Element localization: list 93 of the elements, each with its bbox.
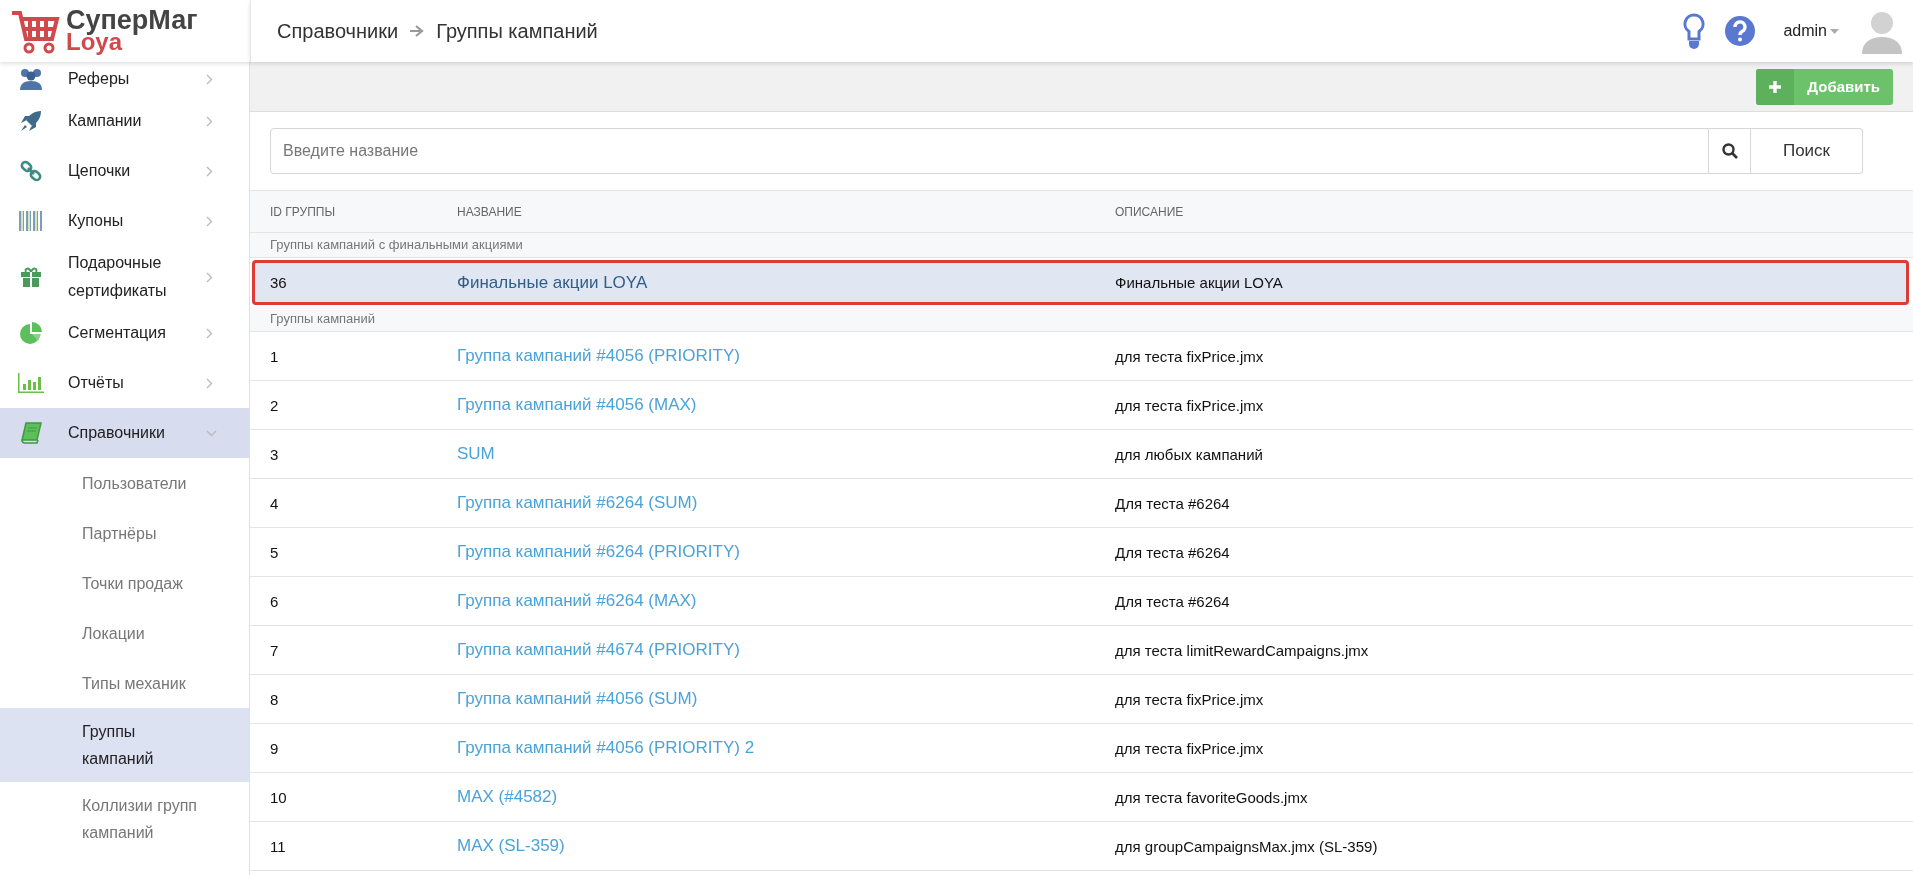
menu-item[interactable]: Сегментация	[0, 308, 249, 358]
table-cell-text: 9	[270, 739, 280, 757]
chain-icon	[20, 160, 42, 182]
menu-label: Подарочные сертификаты	[68, 253, 168, 301]
table-row[interactable]: 1 Группа кампаний #4056 (PRIORITY) для теста fixPrice.jmx	[250, 332, 1913, 381]
submenu-item[interactable]: Группы кампаний	[0, 708, 249, 782]
book-icon	[20, 422, 42, 444]
table-cell-text: 8	[270, 690, 280, 708]
search-field[interactable]: Введите название	[270, 128, 1709, 174]
table-cell-text: 4	[270, 494, 280, 512]
submenu-item[interactable]: Пользователи	[0, 458, 249, 508]
table-row[interactable]: 6 Группа кампаний #6264 (MAX) Для теста #6264	[250, 577, 1913, 626]
table-cell-text: Для теста #6264	[1115, 543, 1231, 561]
column-header: НАЗВАНИЕ	[457, 204, 523, 219]
caret-icon[interactable]	[1830, 28, 1839, 34]
table-row[interactable]: 9 Группа кампаний #4056 (PRIORITY) 2 для теста fixPrice.jmx	[250, 724, 1913, 773]
table-row[interactable]: 5 Группа кампаний #6264 (PRIORITY) Для теста #6264	[250, 528, 1913, 577]
column-header: ОПИСАНИЕ	[1115, 204, 1185, 219]
submenu-item[interactable]: Типы механик	[0, 658, 249, 708]
table-cell-text: для теста fixPrice.jmx	[1115, 347, 1265, 365]
gift-icon	[21, 267, 41, 287]
table-cell-text: Для теста #6264	[1115, 592, 1231, 610]
rocket-icon	[20, 110, 42, 132]
cart-icon	[10, 8, 60, 54]
submenu-item[interactable]: Коллизии групп кампаний	[0, 782, 249, 856]
menu-label: Сегментация	[68, 323, 167, 343]
table-cell-text: 5	[270, 543, 280, 561]
table-cell-text: для теста favoriteGoods.jmx	[1115, 788, 1309, 806]
breadcrumb[interactable]: Справочники	[277, 19, 399, 43]
table-row[interactable]: 10 MAX (#4582) для теста favoriteGoods.jmx	[250, 773, 1913, 822]
menu-item[interactable]: Купоны	[0, 196, 249, 246]
menu-item[interactable]: Цепочки	[0, 146, 249, 196]
table-row[interactable]: 3 SUM для любых кампаний	[250, 430, 1913, 479]
submenu-item[interactable]: Локации	[0, 608, 249, 658]
search-icon[interactable]	[1721, 143, 1738, 159]
chevron-down-icon[interactable]	[206, 429, 217, 437]
search-button[interactable]: Поиск	[1751, 128, 1863, 174]
table-row[interactable]: 36 Финальные акции LOYA Финальные акции LOYA	[252, 260, 1909, 305]
table-cell-text: 1	[270, 347, 280, 365]
chevron-right-icon[interactable]	[206, 165, 213, 177]
menu-item[interactable]: Кампании	[0, 96, 249, 146]
menu-item[interactable]: Реферы	[0, 62, 249, 96]
people-icon	[19, 68, 43, 90]
section-label: Группы кампаний с финальными акциями	[250, 233, 1913, 258]
chevron-right-icon[interactable]	[206, 327, 213, 339]
table-cell-text: 6	[270, 592, 280, 610]
menu-label: Цепочки	[68, 161, 132, 181]
table-cell-text: 7	[270, 641, 280, 659]
table-cell-text: 11	[270, 837, 287, 855]
table-row[interactable]: 4 Группа кампаний #6264 (SUM) Для теста #6264	[250, 479, 1913, 528]
section-label: Группы кампаний	[250, 307, 1913, 332]
lightbulb-icon[interactable]	[1683, 13, 1706, 49]
chevron-right-icon[interactable]	[206, 215, 213, 227]
user-menu[interactable]: admin	[1783, 22, 1827, 40]
table-cell-text: для groupCampaignsMax.jmx (SL-359)	[1115, 837, 1379, 855]
bar-chart-icon	[18, 373, 44, 393]
table-row[interactable]: 2 Группа кампаний #4056 (MAX) для теста fixPrice.jmx	[250, 381, 1913, 430]
menu-item[interactable]: Отчёты	[0, 358, 249, 408]
menu-label: Справочники	[68, 423, 166, 443]
menu-label: Реферы	[68, 69, 131, 89]
column-header: ID ГРУППЫ	[270, 204, 337, 219]
table-cell-text: для теста fixPrice.jmx	[1115, 739, 1265, 757]
table-cell-text: 36	[270, 274, 288, 291]
help-icon[interactable]	[1725, 16, 1756, 46]
table-cell-text: Для теста #6264	[1115, 494, 1231, 512]
menu-label: Кампании	[68, 111, 143, 131]
table-cell-text: Финальные акции LOYA	[1115, 274, 1284, 291]
breadcrumb: Группы кампаний	[436, 19, 598, 43]
group-link[interactable]: Финальные акции LOYA	[457, 272, 648, 293]
table-row[interactable]: 8 Группа кампаний #4056 (SUM) для теста fixPrice.jmx	[250, 675, 1913, 724]
menu-label: Отчёты	[68, 373, 125, 393]
table-row[interactable]: 11 MAX (SL-359) для groupCampaignsMax.jmx (SL-359)	[250, 822, 1913, 871]
table-cell-text: для любых кампаний	[1115, 445, 1264, 463]
menu-item[interactable]: Справочники	[0, 408, 249, 458]
menu-item[interactable]: Подарочные сертификаты	[0, 246, 249, 308]
chevron-right-icon[interactable]	[206, 115, 213, 127]
arrow-right-icon	[410, 25, 425, 37]
chevron-right-icon[interactable]	[206, 271, 213, 283]
chevron-right-icon[interactable]	[206, 73, 213, 85]
table-cell-text: для теста fixPrice.jmx	[1115, 690, 1265, 708]
plus-icon	[1769, 80, 1782, 93]
table-cell-text: 2	[270, 396, 280, 414]
barcode-icon	[19, 211, 43, 231]
menu-label: Купоны	[68, 211, 125, 231]
table-cell-text: для теста limitRewardCampaigns.jmx	[1115, 641, 1370, 659]
table-cell-text: для теста fixPrice.jmx	[1115, 396, 1265, 414]
table-row[interactable]: 7 Группа кампаний #4674 (PRIORITY) для теста limitRewardCampaigns.jmx	[250, 626, 1913, 675]
table-cell-text: 3	[270, 445, 280, 463]
chevron-right-icon[interactable]	[206, 377, 213, 389]
submenu-item[interactable]: Точки продаж	[0, 558, 249, 608]
submenu-item[interactable]: Партнёры	[0, 508, 249, 558]
table-cell-text: 10	[270, 788, 288, 806]
pie-chart-icon	[20, 322, 42, 344]
